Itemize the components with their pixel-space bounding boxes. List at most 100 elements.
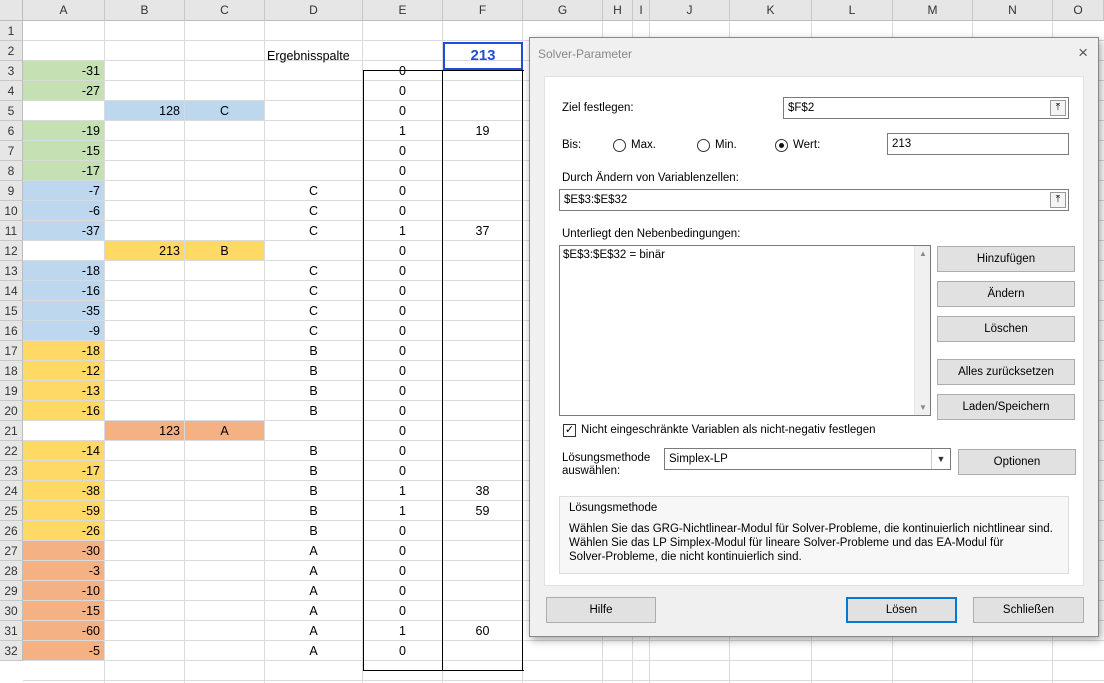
cell-d28[interactable]: A [265,561,362,580]
cell-e5[interactable]: 0 [363,101,442,120]
reset-all-button[interactable]: Alles zurücksetzen [937,359,1075,385]
row-header-1[interactable]: 1 [0,21,23,41]
cell-e28[interactable]: 0 [363,561,442,580]
column-header-b[interactable]: B [105,0,185,21]
cell-c5[interactable]: C [185,101,264,120]
row-header-32[interactable]: 32 [0,641,23,661]
cell-e24[interactable]: 1 [363,481,442,500]
column-header-l[interactable]: L [812,0,893,21]
column-header-i[interactable]: I [633,0,650,21]
cell-d19[interactable]: B [265,381,362,400]
row-header-9[interactable]: 9 [0,181,23,201]
row-header-15[interactable]: 15 [0,301,23,321]
cell-d10[interactable]: C [265,201,362,220]
row-header-11[interactable]: 11 [0,221,23,241]
load-save-button[interactable]: Laden/Speichern [937,394,1075,420]
cell-a22[interactable]: -14 [23,441,104,460]
cell-a19[interactable]: -13 [23,381,104,400]
row-header-18[interactable]: 18 [0,361,23,381]
cell-d30[interactable]: A [265,601,362,620]
row-header-31[interactable]: 31 [0,621,23,641]
cell-a23[interactable]: -17 [23,461,104,480]
row-header-13[interactable]: 13 [0,261,23,281]
row-header-5[interactable]: 5 [0,101,23,121]
cell-a27[interactable]: -30 [23,541,104,560]
radio-value[interactable] [775,139,788,152]
constraints-scrollbar[interactable]: ▲ ▼ [914,246,930,415]
cell-a14[interactable]: -16 [23,281,104,300]
cell-d24[interactable]: B [265,481,362,500]
options-button[interactable]: Optionen [958,449,1076,475]
row-header-10[interactable]: 10 [0,201,23,221]
row-header-12[interactable]: 12 [0,241,23,261]
cell-e29[interactable]: 0 [363,581,442,600]
cell-d16[interactable]: C [265,321,362,340]
select-all-corner[interactable] [0,0,23,21]
target-cell-input[interactable]: $F$2 ⤒ [783,97,1069,119]
column-header-m[interactable]: M [893,0,973,21]
cell-e10[interactable]: 0 [363,201,442,220]
cell-e23[interactable]: 0 [363,461,442,480]
cell-e18[interactable]: 0 [363,361,442,380]
cell-d17[interactable]: B [265,341,362,360]
value-input[interactable]: 213 [887,133,1069,155]
row-header-20[interactable]: 20 [0,401,23,421]
scroll-up-icon[interactable]: ▲ [919,249,927,258]
close-button[interactable]: Schließen [973,597,1084,623]
cell-b12[interactable]: 213 [105,241,184,260]
cell-a32[interactable]: -5 [23,641,104,660]
help-button[interactable]: Hilfe [546,597,656,623]
radio-max[interactable] [613,139,626,152]
cell-d29[interactable]: A [265,581,362,600]
cell-d2[interactable]: Ergebnisspalte [265,46,363,66]
cell-a16[interactable]: -9 [23,321,104,340]
cell-a8[interactable]: -17 [23,161,104,180]
cell-d27[interactable]: A [265,541,362,560]
row-header-29[interactable]: 29 [0,581,23,601]
cell-e7[interactable]: 0 [363,141,442,160]
cell-d32[interactable]: A [265,641,362,660]
row-header-6[interactable]: 6 [0,121,23,141]
row-header-30[interactable]: 30 [0,601,23,621]
row-header-21[interactable]: 21 [0,421,23,441]
row-header-2[interactable]: 2 [0,41,23,61]
nonneg-checkbox[interactable]: ✓ [563,424,576,437]
radio-min[interactable] [697,139,710,152]
cell-e14[interactable]: 0 [363,281,442,300]
cell-d20[interactable]: B [265,401,362,420]
cell-e16[interactable]: 0 [363,321,442,340]
row-header-16[interactable]: 16 [0,321,23,341]
cell-b21[interactable]: 123 [105,421,184,440]
column-header-o[interactable]: O [1053,0,1104,21]
cell-a6[interactable]: -19 [23,121,104,140]
cell-f2-selected[interactable]: 213 [443,42,523,70]
change-button[interactable]: Ändern [937,281,1075,307]
cell-e21[interactable]: 0 [363,421,442,440]
column-header-g[interactable]: G [523,0,603,21]
row-header-23[interactable]: 23 [0,461,23,481]
cell-a17[interactable]: -18 [23,341,104,360]
cell-a11[interactable]: -37 [23,221,104,240]
cell-a25[interactable]: -59 [23,501,104,520]
cell-a31[interactable]: -60 [23,621,104,640]
cell-e13[interactable]: 0 [363,261,442,280]
cell-d22[interactable]: B [265,441,362,460]
column-header-k[interactable]: K [730,0,812,21]
column-header-c[interactable]: C [185,0,265,21]
cell-c21[interactable]: A [185,421,264,440]
cell-f31[interactable]: 60 [443,621,522,640]
cell-e30[interactable]: 0 [363,601,442,620]
row-header-8[interactable]: 8 [0,161,23,181]
constraints-list[interactable]: $E$3:$E$32 = binär ▲ ▼ [559,245,931,416]
column-header-d[interactable]: D [265,0,363,21]
cell-d15[interactable]: C [265,301,362,320]
cell-a20[interactable]: -16 [23,401,104,420]
row-header-26[interactable]: 26 [0,521,23,541]
cell-e25[interactable]: 1 [363,501,442,520]
cell-a10[interactable]: -6 [23,201,104,220]
cell-b5[interactable]: 128 [105,101,184,120]
variable-cells-input[interactable]: $E$3:$E$32 ⤒ [559,189,1069,211]
column-header-j[interactable]: J [650,0,730,21]
row-header-3[interactable]: 3 [0,61,23,81]
column-header-e[interactable]: E [363,0,443,21]
